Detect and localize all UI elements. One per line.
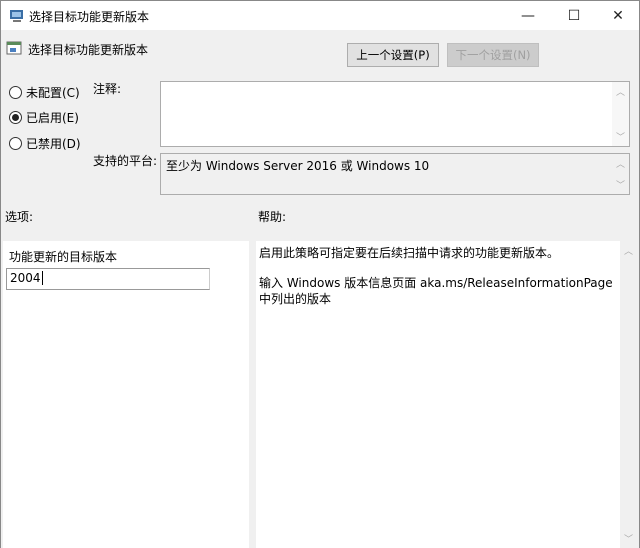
help-paragraph: 启用此策略可指定要在后续扫描中请求的功能更新版本。: [259, 246, 560, 260]
radio-enabled[interactable]: 已启用(E): [9, 109, 79, 126]
radio-label: 已启用(E): [26, 111, 79, 125]
platform-label: 支持的平台:: [93, 154, 158, 168]
target-version-input[interactable]: 2004: [6, 268, 210, 290]
platform-field: 至少为 Windows Server 2016 或 Windows 10 ︿ ﹀: [160, 153, 630, 195]
help-paragraph: 输入 Windows 版本信息页面 aka.ms/ReleaseInformat…: [259, 276, 613, 306]
radio-label: 未配置(C): [26, 86, 80, 100]
policy-app-icon: [10, 10, 23, 22]
radio-disabled[interactable]: 已禁用(D): [9, 135, 81, 152]
close-button[interactable]: ✕: [595, 1, 640, 31]
help-panel: 启用此策略可指定要在后续扫描中请求的功能更新版本。 输入 Windows 版本信…: [256, 241, 620, 548]
comment-scrollbar[interactable]: ︿ ﹀: [612, 82, 629, 146]
radio-circle[interactable]: [9, 86, 22, 99]
minimize-button[interactable]: —: [505, 1, 551, 31]
help-label: 帮助:: [258, 210, 287, 224]
next-setting-button[interactable]: 下一个设置(N): [447, 43, 539, 67]
comment-textarea[interactable]: ︿ ﹀: [160, 81, 630, 147]
target-version-label: 功能更新的目标版本: [9, 250, 118, 264]
policy-setting-icon: [6, 41, 22, 55]
help-scrollbar[interactable]: ︿ ﹀: [620, 241, 637, 548]
previous-setting-button[interactable]: 上一个设置(P): [347, 43, 439, 67]
options-label: 选项:: [5, 210, 34, 224]
radio-circle-checked[interactable]: [9, 111, 22, 124]
window-title: 选择目标功能更新版本: [29, 10, 150, 24]
platform-scrollbar[interactable]: ︿ ﹀: [612, 154, 629, 194]
platform-value: 至少为 Windows Server 2016 或 Windows 10: [166, 159, 430, 173]
radio-not-configured[interactable]: 未配置(C): [9, 84, 80, 101]
maximize-button[interactable]: ☐: [551, 1, 597, 31]
radio-circle[interactable]: [9, 137, 22, 150]
comment-label: 注释:: [93, 82, 122, 96]
comment-value[interactable]: [161, 82, 612, 146]
options-panel: 功能更新的目标版本 2004: [3, 241, 249, 548]
policy-name: 选择目标功能更新版本: [28, 43, 149, 57]
title-bar: 选择目标功能更新版本 — ☐ ✕: [0, 0, 640, 30]
radio-label: 已禁用(D): [26, 137, 81, 151]
